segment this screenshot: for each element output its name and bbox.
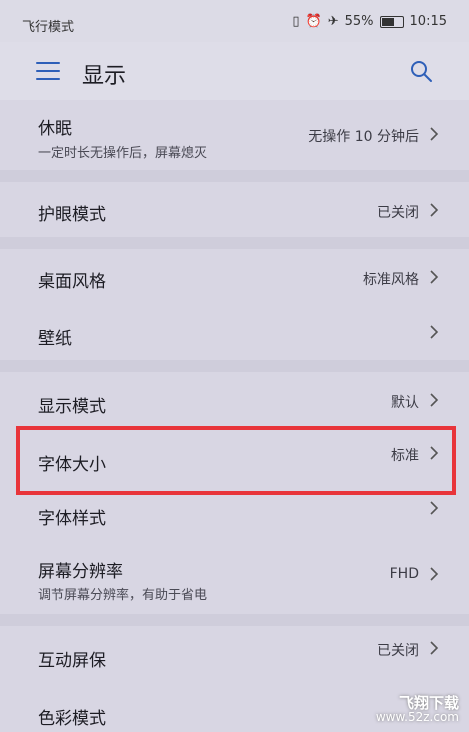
setting-value: 已关闭 — [377, 205, 419, 221]
setting-home-style[interactable]: 桌面风格 标准风格 — [0, 249, 469, 305]
setting-title: 互动屏保 — [38, 651, 106, 671]
setting-sleep[interactable]: 休眠 一定时长无操作后，屏幕熄灭 无操作 10 分钟后 — [0, 100, 469, 171]
setting-title: 色彩模式 — [38, 709, 106, 729]
setting-title: 字体样式 — [38, 509, 106, 529]
setting-interactive-screensaver[interactable]: 互动屏保 已关闭 — [0, 626, 469, 683]
search-icon[interactable] — [409, 59, 433, 83]
setting-title: 桌面风格 — [38, 272, 106, 292]
battery-icon — [379, 15, 404, 28]
clock-time: 10:15 — [409, 14, 447, 29]
menu-icon[interactable] — [36, 62, 60, 80]
airplane-icon: ✈ — [327, 14, 339, 29]
setting-title: 屏幕分辨率 — [38, 562, 123, 582]
setting-title: 壁纸 — [38, 329, 72, 349]
vibrate-icon: ▯ — [292, 14, 300, 29]
setting-title: 护眼模式 — [38, 205, 106, 225]
battery-percent: 55% — [344, 14, 374, 29]
chevron-right-icon — [430, 393, 439, 407]
setting-value: 无操作 10 分钟后 — [308, 129, 419, 145]
setting-subtitle: 调节屏幕分辨率，有助于省电 — [38, 588, 208, 603]
chevron-right-icon — [430, 501, 439, 515]
setting-display-mode[interactable]: 显示模式 默认 — [0, 372, 469, 429]
setting-wallpaper[interactable]: 壁纸 — [0, 304, 469, 361]
highlight-box — [16, 426, 456, 495]
setting-value: 标准风格 — [363, 272, 419, 288]
settings-list: 休眠 一定时长无操作后，屏幕熄灭 无操作 10 分钟后 护眼模式 已关闭 桌面风… — [0, 100, 469, 732]
watermark-brand: 飞翔下载 — [398, 694, 459, 712]
setting-title: 显示模式 — [38, 397, 106, 417]
setting-resolution[interactable]: 屏幕分辨率 调节屏幕分辨率，有助于省电 FHD — [0, 540, 469, 615]
app-bar: 显示 — [0, 42, 469, 100]
chevron-right-icon — [430, 325, 439, 339]
watermark: 飞翔下载 www.52z.com — [375, 694, 459, 725]
alarm-icon: ⏰ — [305, 14, 322, 29]
setting-value: 默认 — [391, 395, 419, 411]
chevron-right-icon — [430, 270, 439, 284]
chevron-right-icon — [430, 567, 439, 581]
setting-subtitle: 一定时长无操作后，屏幕熄灭 — [38, 146, 208, 161]
chevron-right-icon — [430, 127, 439, 141]
setting-value: 已关闭 — [377, 643, 419, 659]
setting-eye-comfort[interactable]: 护眼模式 已关闭 — [0, 182, 469, 238]
setting-value: FHD — [389, 566, 419, 582]
chevron-right-icon — [430, 641, 439, 655]
chevron-right-icon — [430, 203, 439, 217]
setting-title: 休眠 — [38, 119, 72, 139]
page-title: 显示 — [82, 64, 127, 89]
airplane-mode-label: 飞行模式 — [22, 20, 75, 35]
setting-font-style[interactable]: 字体样式 — [0, 490, 469, 541]
status-icons: ▯ ⏰ ✈ 55% 10:15 — [292, 14, 447, 29]
status-bar: 飞行模式 ▯ ⏰ ✈ 55% 10:15 — [0, 0, 469, 42]
watermark-url: www.52z.com — [375, 710, 459, 724]
